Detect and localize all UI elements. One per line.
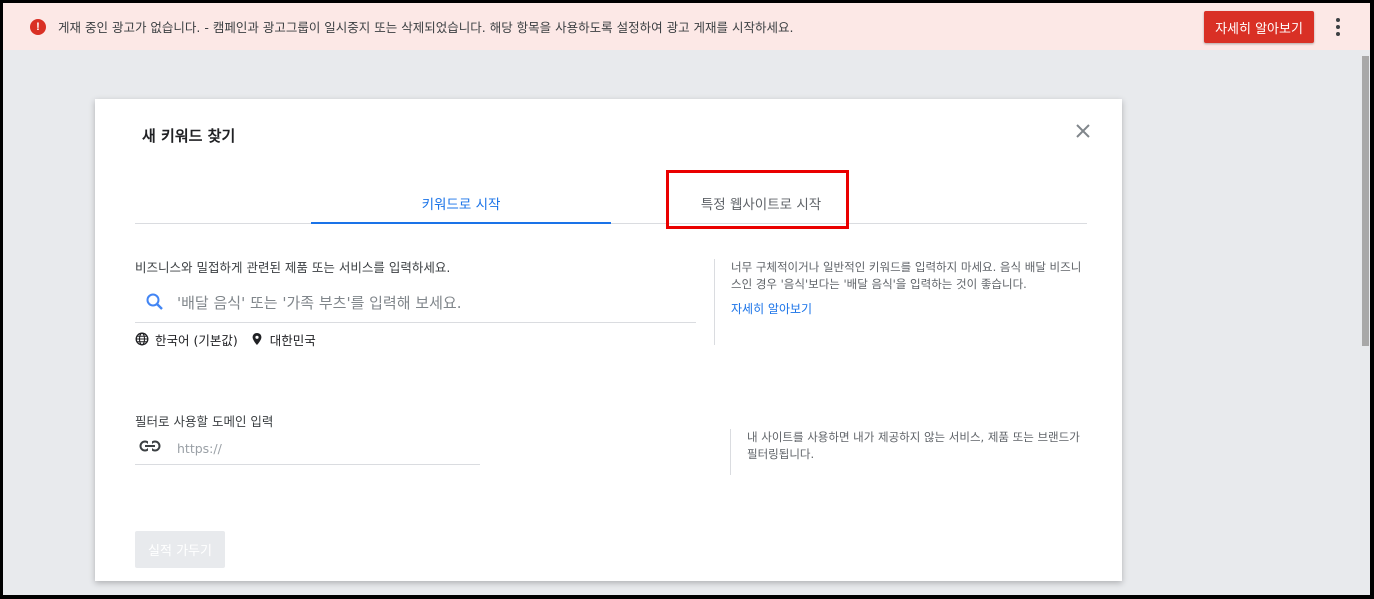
tip-learn-more-link[interactable]: 자세히 알아보기 <box>731 301 1086 318</box>
globe-icon <box>135 332 149 346</box>
domain-input-row <box>135 435 480 465</box>
new-keyword-dialog: 새 키워드 찾기 키워드로 시작 특정 웹사이트로 시작 비즈니스와 밀접하게 … <box>95 99 1122 581</box>
highlight-box <box>666 170 849 229</box>
targeting-row: 한국어 (기본값) 대한민국 <box>135 329 316 349</box>
keyword-prompt-label: 비즈니스와 밀접하게 관련된 제품 또는 서비스를 입력하세요. <box>135 260 451 275</box>
scrollbar-thumb[interactable] <box>1362 56 1369 346</box>
link-icon <box>139 439 161 453</box>
banner-message: 게재 중인 광고가 없습니다. - 캠페인과 광고그룹이 일시중지 또는 삭제되… <box>58 20 794 35</box>
domain-filter-label: 필터로 사용할 도메인 입력 <box>135 414 274 429</box>
domain-tip: 내 사이트를 사용하면 내가 제공하지 않는 서비스, 제품 또는 브랜드가 필… <box>730 429 1087 475</box>
keyword-search-input[interactable] <box>175 290 679 316</box>
app-frame: ! 게재 중인 광고가 없습니다. - 캠페인과 광고그룹이 일시중지 또는 삭… <box>3 3 1370 595</box>
error-icon: ! <box>30 19 46 35</box>
tab-keyword-start[interactable]: 키워드로 시작 <box>311 183 611 224</box>
language-selector[interactable]: 한국어 (기본값) <box>155 330 238 349</box>
get-results-button[interactable]: 실적 가두기 <box>135 531 225 568</box>
location-selector[interactable]: 대한민국 <box>270 330 316 349</box>
more-vert-icon[interactable] <box>1331 16 1345 38</box>
close-icon[interactable] <box>1073 121 1093 141</box>
dialog-title: 새 키워드 찾기 <box>142 127 236 145</box>
scrollbar[interactable] <box>1361 50 1370 595</box>
keyword-tip-text: 너무 구체적이거나 일반적인 키워드를 입력하지 마세요. 음식 배달 비즈니스… <box>731 260 1082 291</box>
banner-learn-more-button[interactable]: 자세히 알아보기 <box>1204 11 1314 43</box>
location-pin-icon <box>252 333 262 345</box>
keyword-search-row <box>135 284 696 323</box>
error-banner: ! 게재 중인 광고가 없습니다. - 캠페인과 광고그룹이 일시중지 또는 삭… <box>3 3 1370 50</box>
domain-url-input[interactable] <box>175 437 469 459</box>
tab-bar: 키워드로 시작 특정 웹사이트로 시작 <box>135 183 1087 224</box>
search-icon <box>146 293 163 310</box>
domain-tip-text: 내 사이트를 사용하면 내가 제공하지 않는 서비스, 제품 또는 브랜드가 필… <box>747 430 1080 461</box>
keyword-tip: 너무 구체적이거나 일반적인 키워드를 입력하지 마세요. 음식 배달 비즈니스… <box>714 259 1086 345</box>
